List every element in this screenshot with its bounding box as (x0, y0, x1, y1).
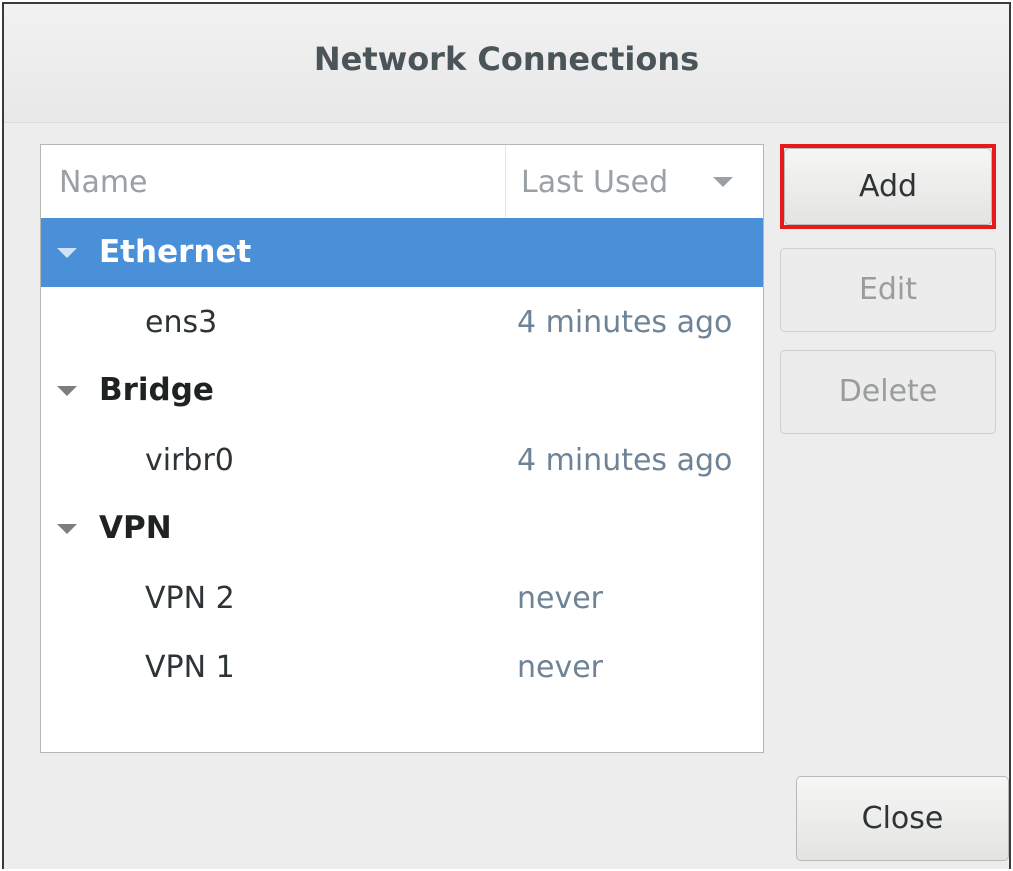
group-row-bridge[interactable]: Bridge (41, 356, 763, 425)
column-header-name[interactable]: Name (59, 165, 148, 200)
group-label: Bridge (99, 372, 214, 408)
title-bar[interactable]: Network Connections (4, 4, 1009, 123)
edit-button[interactable]: Edit (780, 248, 996, 332)
connection-name: ens3 (145, 305, 218, 340)
connection-row-ens3[interactable]: ens3 4 minutes ago (41, 287, 763, 356)
connection-row-virbr0[interactable]: virbr0 4 minutes ago (41, 425, 763, 494)
column-header-last-used[interactable]: Last Used (521, 165, 668, 200)
connection-last-used: never (517, 581, 604, 616)
list-header: Name Last Used (41, 145, 763, 219)
connection-last-used: 4 minutes ago (517, 443, 733, 478)
connection-last-used: never (517, 650, 604, 685)
expander-icon[interactable] (57, 524, 77, 534)
connections-list[interactable]: Name Last Used Ethernet ens3 4 minutes a… (40, 144, 764, 753)
group-label: Ethernet (99, 234, 252, 270)
connection-name: VPN 2 (145, 581, 235, 616)
connection-row-vpn1[interactable]: VPN 1 never (41, 632, 763, 701)
column-divider (505, 145, 506, 217)
group-row-vpn[interactable]: VPN (41, 494, 763, 563)
connection-row-vpn2[interactable]: VPN 2 never (41, 563, 763, 632)
connection-name: VPN 1 (145, 650, 235, 685)
expander-icon[interactable] (57, 386, 77, 396)
connection-last-used: 4 minutes ago (517, 305, 733, 340)
add-button-highlight (780, 144, 996, 229)
delete-button[interactable]: Delete (780, 350, 996, 434)
expander-icon[interactable] (57, 248, 77, 258)
close-button[interactable]: Close (796, 776, 1009, 861)
connection-name: virbr0 (145, 443, 234, 478)
group-row-ethernet[interactable]: Ethernet (41, 218, 763, 287)
window-title: Network Connections (313, 40, 700, 78)
group-label: VPN (99, 510, 172, 546)
network-connections-window: Network Connections Name Last Used Ether… (2, 2, 1011, 869)
sort-descending-icon[interactable] (713, 177, 733, 187)
